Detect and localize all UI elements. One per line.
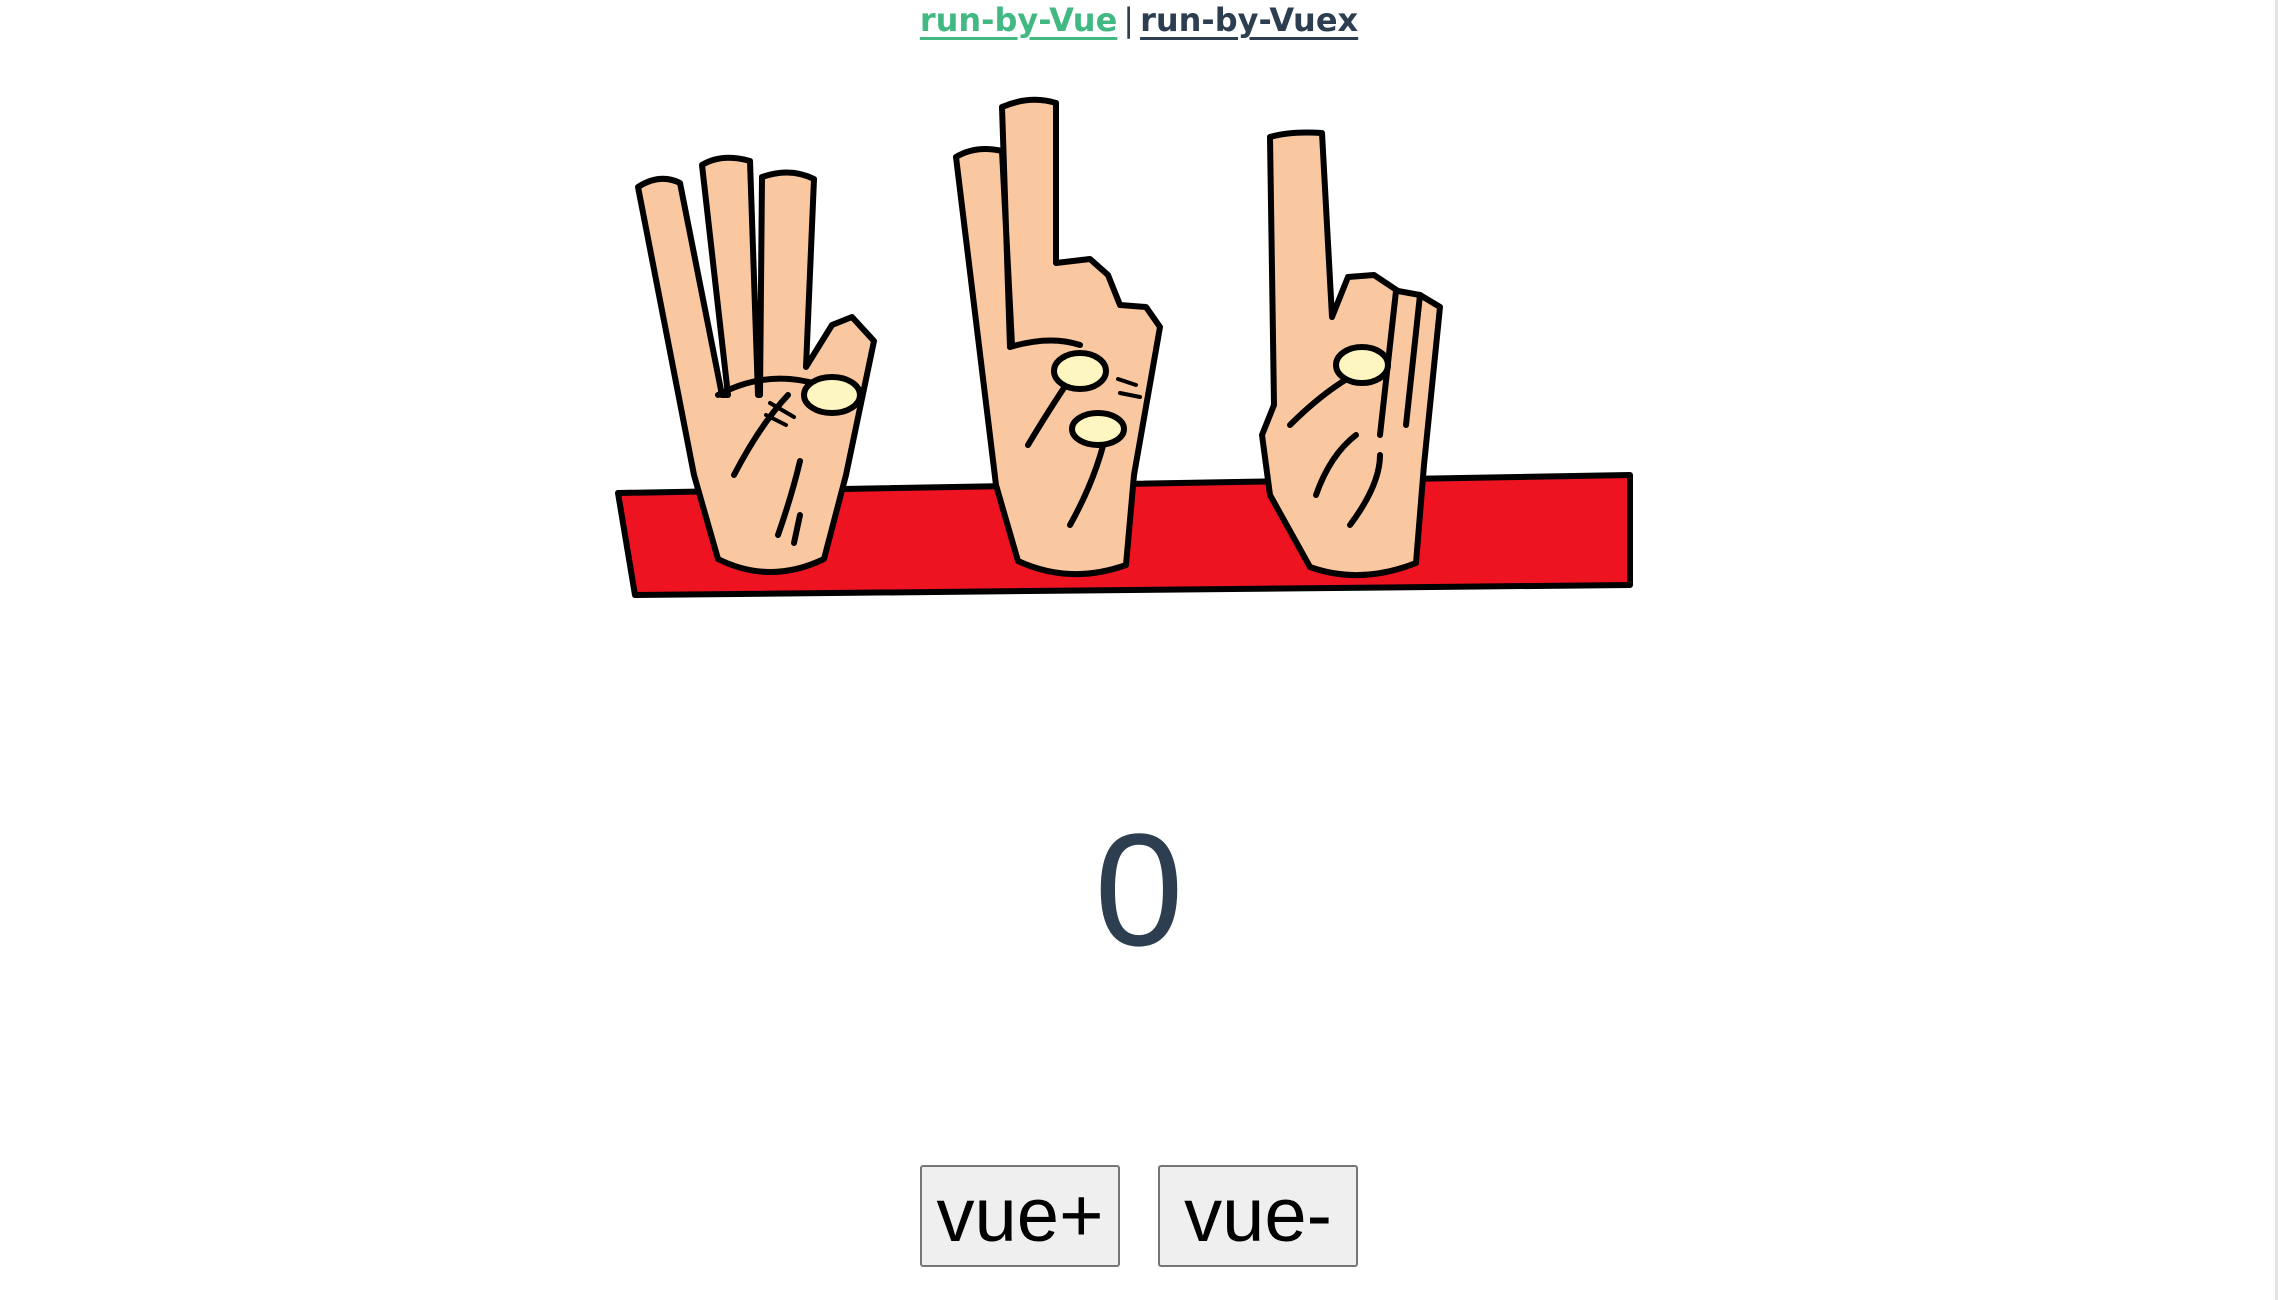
three-hands-counting-icon — [615, 96, 1633, 598]
app-page: run-by-Vue | run-by-Vuex 0 vue+ vue- — [0, 0, 2278, 1300]
hand-three-shape — [1259, 129, 1443, 579]
nav-link-run-by-vuex[interactable]: run-by-Vuex — [1140, 1, 1358, 39]
button-row: vue+ vue- — [0, 1165, 2278, 1267]
increment-button[interactable]: vue+ — [920, 1165, 1120, 1267]
decrement-button[interactable]: vue- — [1158, 1165, 1358, 1267]
counter-value: 0 — [1094, 800, 1184, 979]
nav-separator: | — [1123, 1, 1135, 39]
nav-link-run-by-vue[interactable]: run-by-Vue — [920, 1, 1117, 39]
nav-links: run-by-Vue | run-by-Vuex — [0, 0, 2278, 44]
